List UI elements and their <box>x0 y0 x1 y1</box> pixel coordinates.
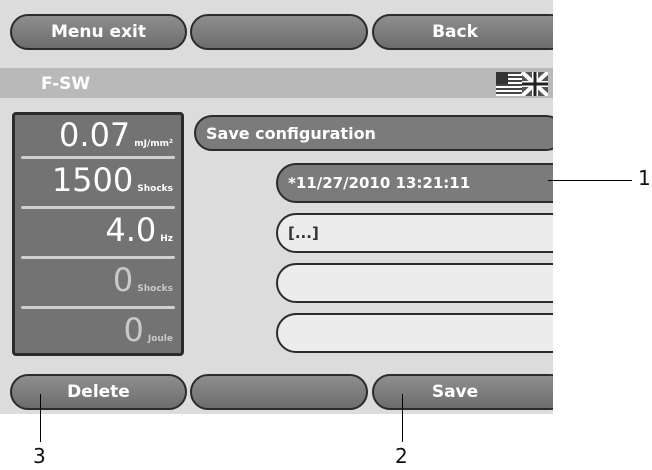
callout-line-3 <box>40 394 41 442</box>
back-label: Back <box>432 22 478 42</box>
callout-number-2: 2 <box>395 444 408 468</box>
config-entry-1[interactable]: *11/27/2010 13:21:11 <box>276 163 553 203</box>
program-title: F-SW <box>41 74 91 94</box>
total-energy-value: 0 Joule <box>123 311 174 349</box>
top-middle-button[interactable] <box>190 14 368 50</box>
config-entry-2[interactable]: [...] <box>276 213 553 253</box>
back-button[interactable]: Back <box>372 14 553 50</box>
divider <box>21 206 175 209</box>
delete-button[interactable]: Delete <box>10 374 187 410</box>
config-entry-4[interactable] <box>276 313 553 353</box>
uk-us-flag-icon[interactable] <box>496 72 548 96</box>
callout-line-1 <box>548 180 632 181</box>
energy-density-value[interactable]: 0.07 mJ/mm² <box>59 118 173 152</box>
divider <box>21 156 175 159</box>
delete-label: Delete <box>67 382 130 402</box>
config-entry-3[interactable] <box>276 263 553 303</box>
device-screen: Menu exit Back F-SW 0.07 mJ/mm² 1500 Shock… <box>0 0 553 414</box>
bottom-middle-button[interactable] <box>190 374 368 410</box>
save-configuration-header: Save configuration <box>194 115 553 151</box>
treatment-parameters-panel: 0.07 mJ/mm² 1500 Shocks 4.0 Hz 0 Shocks 0 Jou… <box>12 112 184 356</box>
frequency-value[interactable]: 4.0 Hz <box>105 213 173 247</box>
menu-exit-button[interactable]: Menu exit <box>10 14 187 50</box>
save-button[interactable]: Save <box>372 374 553 410</box>
callout-number-3: 3 <box>33 444 46 468</box>
callout-number-1: 1 <box>638 166 651 190</box>
divider <box>21 306 175 309</box>
divider <box>21 256 175 259</box>
shock-count-value[interactable]: 1500 Shocks <box>52 163 173 197</box>
status-bar: F-SW <box>0 68 553 98</box>
save-label: Save <box>431 382 479 402</box>
callout-line-2 <box>402 394 403 442</box>
menu-exit-label: Menu exit <box>50 22 147 42</box>
save-configuration-title: Save configuration <box>206 123 376 143</box>
config-entry-label: *11/27/2010 13:21:11 <box>288 174 471 192</box>
applied-shocks-value: 0 Shocks <box>112 261 173 299</box>
config-entry-label: [...] <box>288 224 319 242</box>
